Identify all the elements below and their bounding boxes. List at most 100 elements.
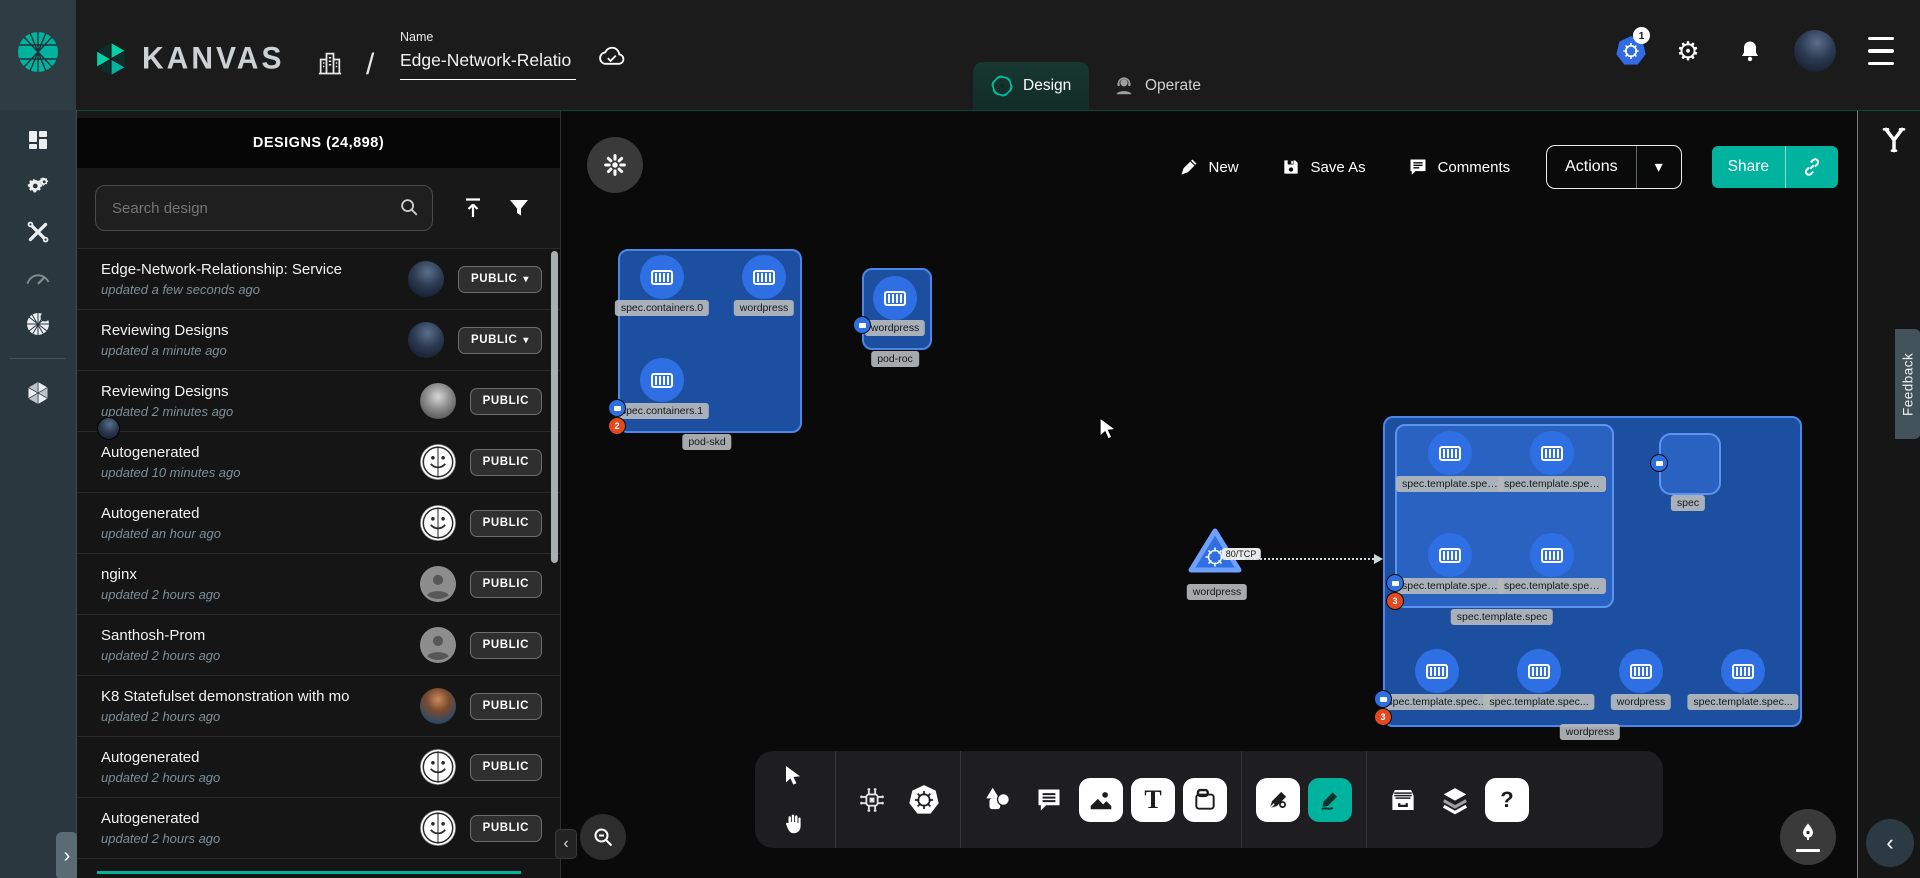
- design-list-item[interactable]: Reviewing Designs updated 2 minutes ago …: [77, 370, 560, 431]
- actions-button[interactable]: Actions: [1547, 146, 1635, 188]
- comments-button[interactable]: Comments: [1402, 156, 1517, 178]
- spec-node[interactable]: [1659, 433, 1721, 495]
- note-tool[interactable]: [1179, 777, 1231, 823]
- settings-button[interactable]: ⚙: [1670, 31, 1706, 71]
- container-node[interactable]: [640, 255, 684, 299]
- container-node[interactable]: [873, 276, 917, 320]
- new-button[interactable]: New: [1173, 156, 1245, 178]
- design-visibility-button[interactable]: PUBLIC: [470, 693, 542, 720]
- menu-button[interactable]: [1862, 31, 1898, 71]
- help-tool[interactable]: ?: [1481, 777, 1533, 823]
- design-owner-avatar: [420, 505, 456, 541]
- design-list-item[interactable]: K8 Statefulset demonstration with mo upd…: [77, 675, 560, 736]
- design-list-item[interactable]: Autogenerated updated 2 hours ago PUBLIC: [77, 797, 560, 858]
- design-list-item[interactable]: Reviewing Designs updated a minute ago P…: [77, 309, 560, 370]
- design-name-input[interactable]: [400, 44, 576, 80]
- component-drawer-tool[interactable]: [1377, 777, 1429, 823]
- meshery-logo[interactable]: [0, 0, 76, 110]
- filter-button[interactable]: [499, 188, 539, 228]
- actions-dropdown-button[interactable]: ▾: [1637, 146, 1681, 188]
- image-tool[interactable]: [1075, 777, 1127, 823]
- shapes-tool[interactable]: [971, 777, 1023, 823]
- container-node[interactable]: [1721, 649, 1765, 693]
- panel-collapse-handle[interactable]: ‹: [555, 829, 577, 859]
- design-list-item[interactable]: Autogenerated updated 10 minutes ago PUB…: [77, 431, 560, 492]
- design-visibility-button[interactable]: PUBLIC: [470, 815, 542, 842]
- whiteboard-pen-button[interactable]: [1780, 809, 1836, 865]
- design-list-item[interactable]: Autogenerated updated an hour ago PUBLIC: [77, 492, 560, 553]
- container-node[interactable]: [1428, 533, 1472, 577]
- canvas-toolbar: T: [755, 751, 1663, 848]
- publish-design-button[interactable]: [453, 188, 493, 228]
- container-node[interactable]: [1428, 431, 1472, 475]
- design-list-item[interactable]: Autogenerated updated 2 hours ago PUBLIC: [77, 736, 560, 797]
- node-label: spec.template.spec.s...: [1498, 578, 1606, 594]
- design-list-item[interactable]: Edge-Network-Relationship: Service updat…: [77, 248, 560, 309]
- design-visibility-button[interactable]: PUBLIC: [470, 449, 542, 476]
- list-scrollbar[interactable]: [551, 251, 558, 563]
- kanvas-logo[interactable]: KANVAS: [92, 40, 284, 78]
- container-node[interactable]: [1530, 533, 1574, 577]
- design-visibility-button[interactable]: PUBLIC: [470, 388, 542, 415]
- canvas-dock-toggle[interactable]: [587, 137, 643, 193]
- design-list-item-partial[interactable]: [77, 858, 560, 878]
- container-node[interactable]: [640, 358, 684, 402]
- designs-panel: DESIGNS (24,898): [77, 111, 561, 878]
- copy-link-button[interactable]: [1786, 146, 1838, 188]
- sidebar-item-performance[interactable]: [0, 256, 76, 300]
- sidebar-item-kanvas[interactable]: [0, 371, 76, 415]
- toolbar-divider: [835, 751, 836, 848]
- container-node[interactable]: [742, 255, 786, 299]
- freehand-draw-tool[interactable]: [1304, 777, 1356, 823]
- save-as-button[interactable]: Save As: [1275, 156, 1372, 178]
- sidebar-item-configuration[interactable]: [0, 210, 76, 254]
- design-name: K8 Statefulset demonstration with mo: [101, 688, 351, 705]
- k8s-badge-icon[interactable]: [1650, 454, 1668, 472]
- sidebar-item-dashboard[interactable]: [0, 118, 76, 162]
- notifications-button[interactable]: [1732, 31, 1768, 71]
- search-input[interactable]: [110, 186, 384, 230]
- design-visibility-button[interactable]: PUBLIC ▾: [458, 266, 542, 293]
- gear-icon: ⚙: [1676, 38, 1699, 64]
- select-tool[interactable]: [767, 753, 819, 799]
- container-node[interactable]: [1619, 649, 1663, 693]
- layers-tool[interactable]: [1429, 777, 1481, 823]
- organization-icon[interactable]: [316, 49, 344, 82]
- container-node[interactable]: [1530, 431, 1574, 475]
- zoom-control-button[interactable]: [580, 814, 626, 860]
- hierarchy-merge-button[interactable]: [1872, 123, 1916, 160]
- sidebar-item-extensions[interactable]: [0, 302, 76, 346]
- sidebar-item-lifecycle[interactable]: [0, 164, 76, 208]
- user-avatar[interactable]: [1794, 30, 1836, 72]
- design-list-item[interactable]: nginx updated 2 hours ago PUBLIC: [77, 553, 560, 614]
- annotation-tool[interactable]: [1023, 777, 1075, 823]
- design-visibility-button[interactable]: PUBLIC: [470, 632, 542, 659]
- share-button[interactable]: Share: [1712, 146, 1785, 188]
- pen-tool[interactable]: [1252, 777, 1304, 823]
- error-badge[interactable]: 2: [608, 417, 626, 435]
- pan-tool[interactable]: [767, 801, 819, 847]
- design-visibility-button[interactable]: PUBLIC: [470, 510, 542, 537]
- design-list-item[interactable]: Santhosh-Prom updated 2 hours ago PUBLIC: [77, 614, 560, 675]
- container-node[interactable]: [1415, 649, 1459, 693]
- text-tool[interactable]: T: [1127, 777, 1179, 823]
- k8s-badge-icon[interactable]: [1386, 574, 1404, 592]
- tab-operate[interactable]: Operate: [1095, 62, 1219, 110]
- error-badge[interactable]: 3: [1374, 708, 1392, 726]
- tab-design[interactable]: Design: [973, 62, 1089, 110]
- design-visibility-button[interactable]: PUBLIC: [470, 754, 542, 781]
- k8s-badge-icon[interactable]: [1374, 690, 1392, 708]
- sidebar-expand-handle[interactable]: ›: [56, 832, 78, 878]
- design-canvas[interactable]: New Save As Comments Actions: [561, 111, 1856, 878]
- right-dock-collapse-button[interactable]: ‹: [1866, 819, 1914, 867]
- kubernetes-tool[interactable]: [898, 777, 950, 823]
- kubernetes-context-button[interactable]: 1: [1608, 31, 1644, 71]
- feedback-tab[interactable]: Feedback: [1895, 329, 1920, 439]
- components-tool[interactable]: [846, 777, 898, 823]
- k8s-badge-icon[interactable]: [608, 399, 626, 417]
- k8s-badge-icon[interactable]: [853, 316, 871, 334]
- error-badge[interactable]: 3: [1386, 592, 1404, 610]
- container-node[interactable]: [1517, 649, 1561, 693]
- design-visibility-button[interactable]: PUBLIC: [470, 571, 542, 598]
- design-visibility-button[interactable]: PUBLIC ▾: [458, 327, 542, 354]
